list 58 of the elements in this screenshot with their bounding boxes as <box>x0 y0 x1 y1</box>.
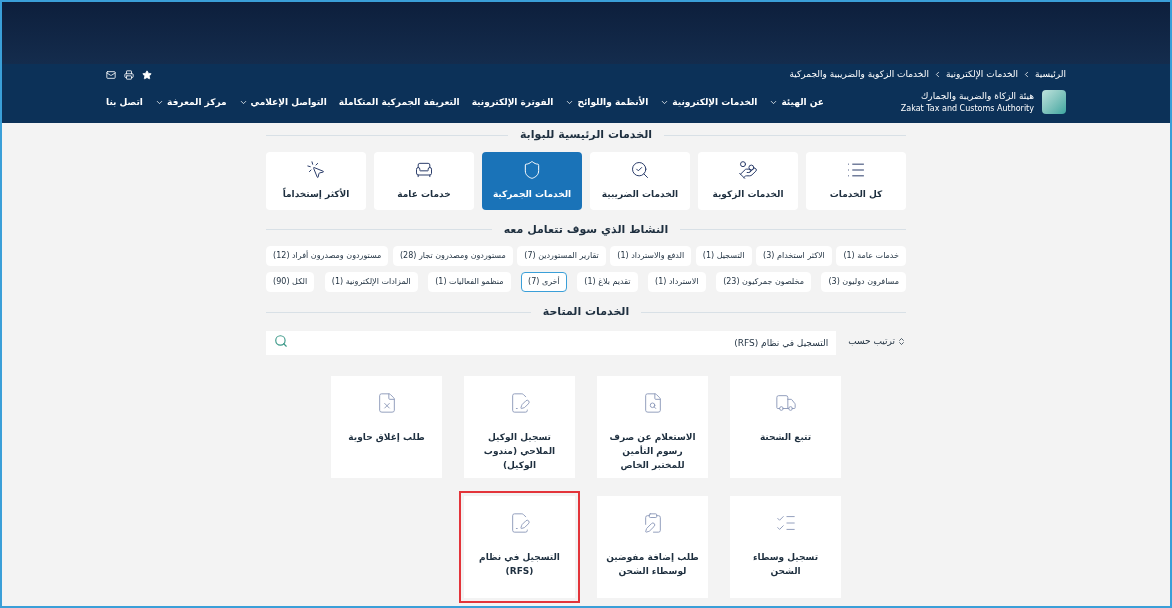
nav-menu-item[interactable]: الأنظمة واللوائح <box>565 95 649 109</box>
filter-chip[interactable]: الكل (90) <box>266 272 315 292</box>
magnifier-icon <box>630 159 650 180</box>
filter-chip[interactable]: مسافرون دوليون (3) <box>821 272 906 292</box>
category-tab[interactable]: الأكثر إستخداماً <box>266 151 366 210</box>
filter-chip[interactable]: منظمو الفعاليات (1) <box>428 272 511 292</box>
service-title: تسجيل الوكيل الملاحي (مندوب الوكيل) <box>482 430 557 472</box>
section-title: النشاط الذي سوف تتعامل معه <box>503 221 669 238</box>
nav-menu-item[interactable]: مركز المعرفة <box>154 95 227 109</box>
service-title: تتبع الشحنة <box>758 430 813 444</box>
filter-chip[interactable]: المزادات الإلكترونية (1) <box>324 272 418 292</box>
filter-chip[interactable]: مستوردون ومصدرون أفراد (12) <box>266 246 389 266</box>
service-title: الاستعلام عن صرف رسوم التأمين للمختبر الخاص <box>608 430 697 472</box>
filter-chip[interactable]: الاسترداد (1) <box>648 272 706 292</box>
nav-menu-item[interactable]: عن الهيئة <box>769 95 824 109</box>
nav-menu-item[interactable]: اتصل بنا <box>106 95 143 109</box>
category-tab[interactable]: كل الخدمات <box>806 151 906 210</box>
filter-chip[interactable]: الاكثر استخدام (3) <box>756 246 832 266</box>
section-title: الخدمات المتاحة <box>542 304 630 320</box>
breadcrumb-link[interactable]: الرئيسية <box>1035 68 1066 82</box>
service-title: طلب إغلاق حاوية <box>347 430 426 444</box>
sort-icon <box>897 337 906 346</box>
print-icon[interactable] <box>124 69 134 80</box>
pointer-click-icon <box>306 159 326 180</box>
breadcrumb-link[interactable]: الخدمات الزكوية والضريبية والجمركية <box>789 68 929 82</box>
filter-chip[interactable]: تقديم بلاغ (1) <box>577 272 638 292</box>
service-title: طلب إضافة مفوضين لوسطاء الشحن <box>605 550 700 578</box>
filter-chip[interactable]: مخلصون جمركيون (23) <box>716 272 811 292</box>
chevron-icon <box>1022 70 1031 80</box>
category-tab[interactable]: الخدمات الزكوية <box>698 151 798 210</box>
breadcrumb-link[interactable]: الخدمات الإلكترونية <box>945 68 1018 82</box>
category-tab[interactable]: الخدمات الجمركية <box>482 151 582 210</box>
filter-chip[interactable]: أخرى (7) <box>521 272 567 292</box>
filter-chip[interactable]: الدفع والاسترداد (1) <box>610 246 692 266</box>
logo-name: هيئة الزكاة والضريبة والجمارك <box>919 89 1034 103</box>
filter-chip[interactable]: خدمات عامة (1) <box>836 246 906 266</box>
sort-button[interactable]: ترتيب حسب <box>848 334 906 349</box>
logo-name: Zakat Tax and Customs Authority <box>900 103 1034 115</box>
filter-chip[interactable]: مستوردون ومصدرون تجار (28) <box>393 246 513 266</box>
section-title: الخدمات الرئيسية للبوابة <box>519 127 653 143</box>
nav-menu-item[interactable]: الفوترة الإلكترونية <box>471 95 554 109</box>
service-title: التسجيل في نظام (RFS) <box>478 550 561 578</box>
category-tab[interactable]: خدمات عامة <box>374 151 474 210</box>
nav-menu-item[interactable]: التعريفة الجمركية المتكاملة <box>338 95 460 109</box>
nav-menu-item[interactable]: الخدمات الإلكترونية <box>660 95 758 109</box>
mail-icon[interactable] <box>106 69 116 80</box>
category-tab[interactable]: الخدمات الضريبية <box>590 151 690 210</box>
logo-icon[interactable] <box>1042 90 1066 115</box>
hand-coin-icon <box>738 159 758 180</box>
search-icon[interactable] <box>274 333 288 348</box>
search-field[interactable]: التسجيل في نظام (RFS) <box>266 330 837 355</box>
shield-icon <box>522 159 542 180</box>
service-card[interactable]: التسجيل في نظام (RFS) <box>459 490 580 603</box>
nav-menu-item[interactable]: التواصل الإعلامي <box>238 95 327 109</box>
service-title: تسجيل وسطاء الشحن <box>751 550 820 578</box>
filter-chip[interactable]: تقارير المستوردين (7) <box>517 246 606 266</box>
filter-chip[interactable]: التسجيل (1) <box>695 246 752 266</box>
star-icon[interactable] <box>142 69 152 80</box>
